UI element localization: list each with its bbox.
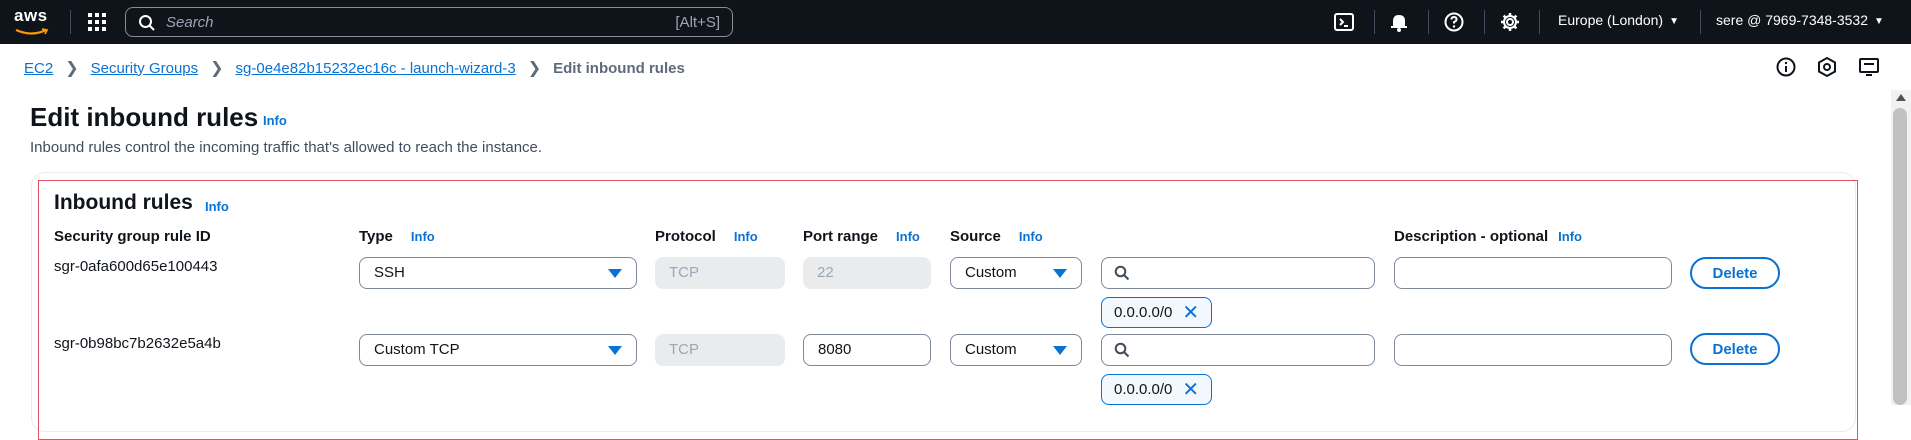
source-select[interactable]: Custom	[950, 334, 1082, 366]
caret-down-icon: ▼	[1873, 16, 1884, 27]
type-value: SSH	[374, 264, 405, 281]
gear-icon[interactable]	[1499, 11, 1521, 33]
protocol-field: TCP	[655, 257, 785, 289]
column-header-port-range: Port range Info	[803, 228, 920, 245]
column-header-protocol: Protocol Info	[655, 228, 758, 245]
breadcrumb-ec2[interactable]: EC2	[24, 60, 53, 77]
column-header-type: Type Info	[359, 228, 435, 245]
account-menu[interactable]: sere @ 7969-7348-3532 ▼	[1716, 12, 1884, 28]
chevron-right-icon: ❯	[65, 60, 79, 77]
caret-down-icon	[1053, 269, 1067, 278]
caret-down-icon: ▼	[1669, 16, 1679, 27]
port-range-input[interactable]: 8080	[803, 334, 931, 366]
nav-divider	[1539, 10, 1540, 34]
caret-down-icon	[608, 269, 622, 278]
type-value: Custom TCP	[374, 341, 460, 358]
section-info-link[interactable]: Info	[205, 199, 229, 214]
protocol-field: TCP	[655, 334, 785, 366]
breadcrumb-current: Edit inbound rules	[553, 59, 685, 77]
bell-icon[interactable]	[1388, 11, 1410, 33]
delete-rule-button[interactable]: Delete	[1690, 257, 1780, 289]
chevron-right-icon: ❯	[527, 60, 542, 77]
cidr-search-input[interactable]	[1101, 257, 1375, 289]
port-range-info-link[interactable]: Info	[896, 229, 920, 244]
cloudshell-icon[interactable]	[1333, 11, 1355, 33]
breadcrumb-security-group[interactable]: sg-0e4e82b15232ec16c - launch-wizard-3	[236, 60, 516, 77]
top-navigation: aws Search [Alt+S] Europe (London) ▼ ser…	[0, 0, 1911, 44]
remove-token-icon[interactable]: ✕	[1182, 303, 1199, 323]
nav-divider	[70, 10, 71, 34]
hexagon-settings-icon[interactable]	[1816, 56, 1838, 78]
type-info-link[interactable]: Info	[411, 229, 435, 244]
search-icon	[1114, 265, 1130, 281]
cidr-token: 0.0.0.0/0 ✕	[1101, 374, 1213, 405]
protocol-info-link[interactable]: Info	[734, 229, 758, 244]
page-title: Edit inbound rules	[30, 102, 259, 132]
rule-id: sgr-0b98bc7b2632e5a4b	[54, 335, 221, 352]
port-range-field: 22	[803, 257, 931, 289]
cidr-value: 0.0.0.0/0	[1114, 304, 1173, 321]
source-select[interactable]: Custom	[950, 257, 1082, 289]
nav-divider	[1484, 10, 1485, 34]
aws-smile-icon	[15, 28, 49, 35]
account-label: sere @ 7969-7348-3532	[1716, 12, 1868, 28]
cidr-value: 0.0.0.0/0	[1114, 381, 1173, 398]
rules-container	[38, 180, 1858, 440]
column-header-description: Description - optional Info	[1394, 228, 1582, 245]
description-info-link[interactable]: Info	[1558, 229, 1582, 244]
search-icon	[1114, 342, 1130, 358]
breadcrumb: EC2 ❯ Security Groups ❯ sg-0e4e82b15232e…	[24, 58, 685, 78]
type-select[interactable]: Custom TCP	[359, 334, 637, 366]
breadcrumb-security-groups[interactable]: Security Groups	[91, 60, 199, 77]
remove-token-icon[interactable]: ✕	[1182, 380, 1199, 400]
caret-down-icon	[608, 346, 622, 355]
feedback-screen-icon[interactable]	[1858, 56, 1880, 78]
delete-rule-button[interactable]: Delete	[1690, 333, 1780, 365]
scrollbar-thumb[interactable]	[1893, 108, 1907, 405]
global-search-input[interactable]: Search [Alt+S]	[125, 7, 733, 37]
search-shortcut: [Alt+S]	[675, 14, 720, 31]
type-select[interactable]: SSH	[359, 257, 637, 289]
rule-id: sgr-0afa600d65e100443	[54, 258, 218, 275]
chevron-right-icon: ❯	[210, 60, 224, 77]
scroll-up-arrow-icon[interactable]	[1896, 94, 1906, 101]
info-panel-icon[interactable]	[1775, 56, 1797, 78]
region-selector[interactable]: Europe (London) ▼	[1558, 12, 1679, 28]
search-placeholder: Search	[166, 14, 214, 31]
nav-divider	[1374, 10, 1375, 34]
aws-logo-text: aws	[14, 6, 48, 25]
source-info-link[interactable]: Info	[1019, 229, 1043, 244]
aws-logo[interactable]: aws	[14, 6, 54, 38]
page-description: Inbound rules control the incoming traff…	[30, 139, 543, 156]
cidr-token: 0.0.0.0/0 ✕	[1101, 297, 1213, 328]
region-label: Europe (London)	[1558, 12, 1664, 28]
nav-divider	[1428, 10, 1429, 34]
caret-down-icon	[1053, 346, 1067, 355]
source-value: Custom	[965, 264, 1017, 281]
column-header-source: Source Info	[950, 228, 1043, 245]
services-grid-icon[interactable]	[87, 12, 107, 32]
section-title: Inbound rules	[54, 191, 193, 214]
help-icon[interactable]	[1443, 11, 1465, 33]
nav-divider	[1700, 10, 1701, 34]
title-info-link[interactable]: Info	[263, 113, 287, 128]
search-icon	[139, 15, 155, 31]
cidr-search-input[interactable]	[1101, 334, 1375, 366]
column-header-rule-id: Security group rule ID	[54, 228, 211, 245]
source-value: Custom	[965, 341, 1017, 358]
description-input[interactable]	[1394, 257, 1672, 289]
description-input[interactable]	[1394, 334, 1672, 366]
